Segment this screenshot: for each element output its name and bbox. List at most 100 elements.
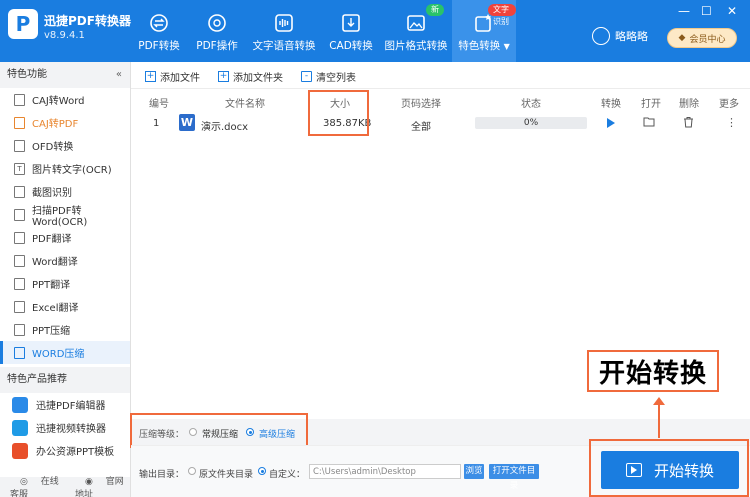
scan-icon bbox=[14, 208, 25, 221]
nav-cad-convert[interactable]: CAD转换 bbox=[322, 0, 380, 62]
maximize-button[interactable]: ☐ bbox=[701, 4, 712, 18]
col-delete: 删除 bbox=[679, 99, 699, 110]
user-name: 略略略 bbox=[615, 30, 648, 43]
new-badge: 新 bbox=[426, 4, 444, 16]
callout-arrow-line bbox=[658, 400, 660, 438]
col-convert: 转换 bbox=[601, 99, 621, 110]
radio-custom-dir[interactable] bbox=[258, 467, 266, 475]
user-profile[interactable]: 略略略 bbox=[592, 27, 648, 45]
add-file-button[interactable]: + 添加文件 bbox=[145, 69, 200, 84]
swap-icon bbox=[148, 12, 170, 34]
sidebar-section-products: 特色产品推荐 bbox=[0, 367, 130, 393]
col-more: 更多 bbox=[719, 99, 739, 110]
nav-label: 文字语音转换 bbox=[252, 40, 316, 52]
row-progress-text: 0% bbox=[523, 118, 539, 128]
product-pdf-editor[interactable]: 迅捷PDF编辑器 bbox=[0, 393, 130, 416]
video-converter-icon bbox=[12, 419, 28, 436]
product-ppt-template[interactable]: 办公资源PPT模板 bbox=[0, 439, 130, 462]
file-icon bbox=[14, 300, 25, 313]
play-icon bbox=[625, 463, 642, 477]
sidebar-item-caj-word[interactable]: CAJ转Word bbox=[0, 88, 130, 111]
sidebar-item-ppt-compress[interactable]: PPT压缩 bbox=[0, 318, 130, 341]
sidebar-item-screenshot[interactable]: 截图识别 bbox=[0, 180, 130, 203]
chevron-down-icon: ▼ bbox=[503, 42, 510, 51]
start-convert-callout: 开始转换 bbox=[587, 350, 719, 392]
file-icon bbox=[14, 93, 25, 106]
nav-label: PDF操作 bbox=[196, 40, 238, 52]
app-logo: P bbox=[8, 9, 38, 39]
nav-pdf-ops[interactable]: PDF操作 bbox=[188, 0, 246, 62]
sidebar-section-features: 特色功能 « bbox=[0, 62, 130, 88]
download-box-icon bbox=[340, 12, 362, 34]
sidebar-item-ppt-translate[interactable]: PPT翻译 bbox=[0, 272, 130, 295]
app-logo-letter: P bbox=[15, 12, 31, 36]
start-convert-label: 开始转换 bbox=[653, 461, 714, 480]
vip-label: 会员中心 bbox=[689, 34, 726, 45]
add-folder-button[interactable]: + 添加文件夹 bbox=[218, 69, 283, 84]
nav-image-convert[interactable]: 新 图片格式转换 bbox=[380, 0, 452, 62]
image-icon bbox=[405, 12, 427, 34]
nav-label: PDF转换 bbox=[138, 40, 180, 52]
nav-special-convert[interactable]: 文字识别 特色转换 ▼ bbox=[452, 0, 516, 62]
minimize-button[interactable]: — bbox=[678, 4, 690, 18]
trash-icon: - bbox=[301, 71, 312, 82]
add-file-icon: + bbox=[145, 71, 156, 82]
user-avatar-icon bbox=[592, 27, 610, 45]
sidebar-item-excel-translate[interactable]: Excel翻译 bbox=[0, 295, 130, 318]
open-folder-icon[interactable] bbox=[643, 116, 655, 130]
nav-label: CAD转换 bbox=[329, 40, 373, 52]
audio-wave-icon bbox=[273, 12, 295, 34]
nav-label: 图片格式转换 bbox=[384, 40, 448, 52]
table-row[interactable]: 1 W 演示.docx 385.87KB 全部 0% ⋮ bbox=[131, 111, 750, 135]
product-video-converter[interactable]: 迅捷视频转换器 bbox=[0, 416, 130, 439]
sidebar-footer: ◎ 在线客服 ◉ 官网地址 bbox=[0, 477, 130, 497]
col-open: 打开 bbox=[641, 99, 661, 110]
file-icon bbox=[14, 277, 25, 290]
sidebar-item-pdf-translate[interactable]: PDF翻译 bbox=[0, 226, 130, 249]
sidebar-item-image-ocr[interactable]: T 图片转文字(OCR) bbox=[0, 157, 130, 180]
delete-icon[interactable] bbox=[683, 116, 694, 131]
globe-icon: ◉ bbox=[85, 477, 93, 487]
clear-list-button[interactable]: - 清空列表 bbox=[301, 69, 356, 84]
collapse-icon[interactable]: « bbox=[116, 62, 122, 88]
browse-button[interactable]: 浏览 bbox=[464, 464, 484, 479]
word-file-icon: W bbox=[179, 114, 195, 131]
app-header: P 迅捷PDF转换器 v8.9.4.1 PDF转换 PDF操作 文字语音转换 C… bbox=[0, 0, 750, 62]
app-version: v8.9.4.1 bbox=[44, 30, 85, 41]
nav-label: 特色转换 ▼ bbox=[458, 40, 510, 52]
convert-play-icon[interactable] bbox=[607, 118, 615, 128]
output-label: 输出目录： bbox=[139, 470, 185, 480]
output-path-input[interactable] bbox=[309, 464, 461, 479]
diamond-icon: ◆ bbox=[678, 33, 686, 43]
online-service-link[interactable]: ◎ 在线客服 bbox=[10, 474, 65, 497]
open-output-dir-button[interactable]: 打开文件目录 bbox=[489, 464, 539, 491]
size-highlight-box bbox=[308, 90, 369, 136]
source-dir-label[interactable]: 原文件夹目录 bbox=[199, 467, 253, 480]
sidebar-item-word-translate[interactable]: Word翻译 bbox=[0, 249, 130, 272]
file-icon bbox=[14, 116, 25, 129]
radio-source-dir[interactable] bbox=[188, 467, 196, 475]
row-filename: 演示.docx bbox=[201, 122, 249, 133]
custom-dir-label[interactable]: 自定义： bbox=[269, 467, 305, 480]
nav-text-speech[interactable]: 文字语音转换 bbox=[246, 0, 322, 62]
sidebar-item-scan-pdf[interactable]: 扫描PDF转Word(OCR) bbox=[0, 203, 130, 228]
col-status: 状态 bbox=[521, 99, 541, 110]
sidebar-item-word-compress[interactable]: WORD压缩 bbox=[0, 341, 130, 364]
text-icon: T bbox=[14, 162, 25, 175]
close-button[interactable]: ✕ bbox=[727, 4, 737, 18]
start-convert-button[interactable]: 开始转换 bbox=[601, 451, 739, 489]
sidebar: 特色功能 « CAJ转Word CAJ转PDF OFD转换 T 图片转文字(OCR… bbox=[0, 62, 131, 497]
file-icon bbox=[14, 323, 25, 336]
vip-center-button[interactable]: ◆ 会员中心 bbox=[667, 28, 737, 48]
file-icon bbox=[14, 254, 25, 267]
more-icon[interactable]: ⋮ bbox=[726, 116, 737, 129]
nav-pdf-convert[interactable]: PDF转换 bbox=[130, 0, 188, 62]
file-icon bbox=[14, 139, 25, 152]
add-folder-icon: + bbox=[218, 71, 229, 82]
website-link[interactable]: ◉ 官网地址 bbox=[75, 474, 130, 497]
row-pages[interactable]: 全部 bbox=[411, 118, 431, 133]
file-icon bbox=[14, 231, 25, 244]
sidebar-item-caj-pdf[interactable]: CAJ转PDF bbox=[0, 111, 130, 134]
sidebar-item-ofd[interactable]: OFD转换 bbox=[0, 134, 130, 157]
compress-highlight-box bbox=[130, 413, 308, 448]
